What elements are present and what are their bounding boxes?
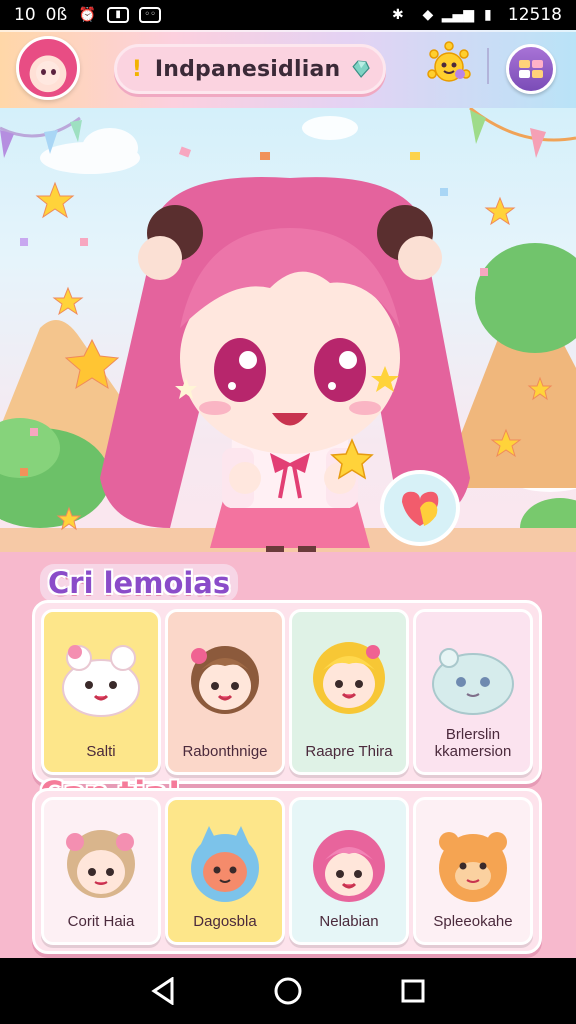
game-screen: ! Indpanesidlian Cri lemoias Salti Rabon… bbox=[0, 30, 576, 958]
status-left: 10 0ß ⏰ ▮ ◦◦ bbox=[14, 5, 162, 25]
notification-box-icon: ▮ bbox=[107, 7, 130, 23]
status-text: 0ß bbox=[45, 5, 68, 25]
card-label: Dagosbla bbox=[193, 913, 257, 930]
character-card[interactable]: Rabonthnige bbox=[165, 609, 285, 775]
brown-hair-girl-portrait bbox=[191, 646, 259, 714]
avatar-face bbox=[36, 61, 60, 85]
back-button[interactable] bbox=[147, 975, 179, 1007]
status-clock: 12518 bbox=[507, 5, 562, 25]
player-avatar[interactable] bbox=[16, 36, 80, 100]
avatar-eye-icon bbox=[51, 69, 56, 75]
status-time: 10 bbox=[14, 5, 36, 25]
status-bar: 10 0ß ⏰ ▮ ◦◦ ✱ ◆ ▂▄▆ ▮ 12518 bbox=[0, 0, 576, 30]
battery-icon: ▮ bbox=[484, 7, 492, 23]
character-card[interactable]: Brlerslin kkamersion bbox=[413, 609, 533, 775]
page-title: Indpanesidlian bbox=[154, 56, 341, 82]
heart-icon[interactable] bbox=[380, 470, 460, 546]
orange-bear-portrait bbox=[439, 832, 507, 902]
card-label: Brlerslin kkamersion bbox=[434, 726, 512, 760]
character-card[interactable]: Dagosbla bbox=[165, 797, 285, 945]
card-label: Raapre Thira bbox=[305, 743, 393, 760]
back-triangle-icon bbox=[150, 977, 174, 1005]
card-row: Corit Haia Dagosbla Nelabian Spleeokahe bbox=[32, 788, 542, 954]
sun-icon[interactable] bbox=[424, 40, 474, 90]
blonde-girl-portrait bbox=[313, 642, 385, 714]
card-label: Nelabian bbox=[319, 913, 379, 930]
gem-icon bbox=[352, 60, 371, 78]
section-title: Cri lemoias bbox=[40, 564, 239, 602]
recents-square-icon bbox=[401, 979, 425, 1003]
card-label: Salti bbox=[86, 743, 116, 760]
recents-button[interactable] bbox=[397, 975, 429, 1007]
character-select-panel: Cri lemoias Salti Rabonthnige Raapre Thi… bbox=[0, 552, 576, 958]
character-card[interactable]: Salti bbox=[41, 609, 161, 775]
bluetooth-icon: ✱ bbox=[392, 7, 404, 23]
status-right: ✱ ◆ ▂▄▆ ▮ 12518 bbox=[388, 5, 562, 25]
bunny-portrait bbox=[62, 645, 140, 717]
home-circle-icon bbox=[274, 977, 302, 1005]
card-label: Spleeokahe bbox=[433, 913, 513, 930]
card-label: Rabonthnige bbox=[182, 743, 268, 760]
blue-cat-portrait bbox=[191, 826, 259, 902]
avatar-eye-icon bbox=[41, 69, 46, 75]
card-row: Salti Rabonthnige Raapre Thira Brlerslin… bbox=[32, 600, 542, 784]
character-card[interactable]: Corit Haia bbox=[41, 797, 161, 945]
card-label: Corit Haia bbox=[67, 913, 135, 930]
alarm-icon: ⏰ bbox=[78, 7, 96, 23]
character-card[interactable]: Raapre Thira bbox=[289, 609, 409, 775]
header-divider bbox=[487, 48, 489, 84]
pink-hair-girl-portrait bbox=[313, 830, 385, 902]
character-scene bbox=[0, 108, 576, 558]
character-card[interactable]: Nelabian bbox=[289, 797, 409, 945]
wifi-icon: ◆ bbox=[422, 7, 434, 23]
system-nav-bar bbox=[0, 958, 576, 1024]
menu-grid-icon bbox=[519, 60, 543, 78]
character-card[interactable]: Spleeokahe bbox=[413, 797, 533, 945]
home-button[interactable] bbox=[272, 975, 304, 1007]
ghost-blob-portrait bbox=[432, 648, 514, 715]
top-bar: ! Indpanesidlian bbox=[0, 30, 576, 108]
menu-button[interactable] bbox=[506, 44, 556, 94]
teddy-girl-portrait bbox=[66, 830, 135, 898]
title-pill[interactable]: ! Indpanesidlian bbox=[114, 44, 386, 94]
message-icon: ◦◦ bbox=[139, 7, 162, 23]
exclamation-icon: ! bbox=[131, 56, 142, 82]
signal-icon: ▂▄▆ bbox=[441, 7, 475, 23]
